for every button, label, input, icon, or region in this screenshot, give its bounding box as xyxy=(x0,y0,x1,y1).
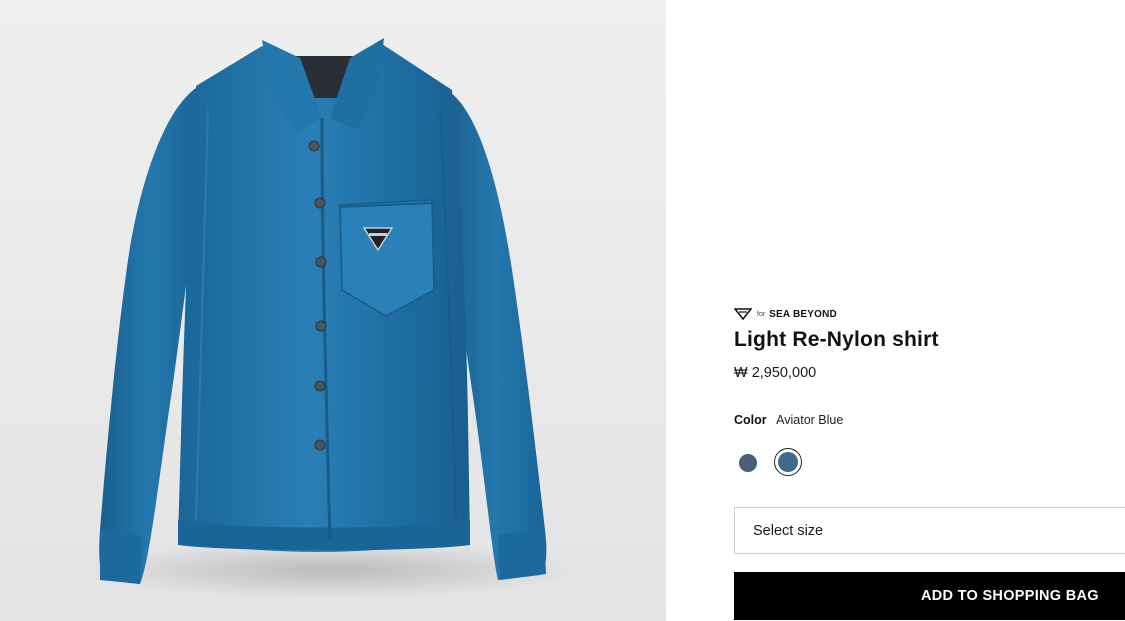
collaboration-prefix: for xyxy=(757,310,766,318)
color-swatch-aviator-blue[interactable] xyxy=(774,448,802,476)
collaboration-badge[interactable]: for SEA BEYOND xyxy=(734,306,837,322)
sea-beyond-triangle-icon xyxy=(734,308,752,321)
collaboration-name: SEA BEYOND xyxy=(769,308,837,320)
color-swatch-aviator-blue-dot xyxy=(778,452,798,472)
product-title: Light Re-Nylon shirt xyxy=(734,328,939,351)
product-details: for SEA BEYOND Light Re-Nylon shirt ₩ 2,… xyxy=(734,0,1125,621)
color-label: Color xyxy=(734,413,767,427)
color-swatch-navy[interactable] xyxy=(739,454,757,472)
selected-color-name: Aviator Blue xyxy=(776,413,844,427)
product-price: ₩ 2,950,000 xyxy=(734,365,817,381)
size-select[interactable]: Select size xyxy=(734,507,1125,554)
size-select-label: Select size xyxy=(753,522,824,539)
color-swatches xyxy=(734,448,834,476)
color-selector-label: Color Aviator Blue xyxy=(734,413,843,427)
add-to-bag-button[interactable]: ADD TO SHOPPING BAG xyxy=(734,572,1125,620)
product-image-area[interactable] xyxy=(0,0,666,621)
product-image xyxy=(80,38,580,598)
